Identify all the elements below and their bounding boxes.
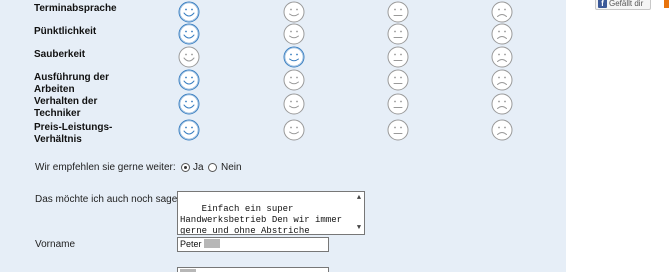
comment-text: Einfach ein super Handwerksbetrieb Den w… (180, 204, 343, 235)
facebook-like-button[interactable]: f Gefällt dir (595, 0, 651, 10)
criterion-label: Terminabsprache (34, 3, 117, 14)
neutral-face-icon[interactable] (387, 93, 409, 115)
next-field-input[interactable] (177, 267, 329, 272)
criterion-label: Ausführung der Arbeiten (34, 72, 109, 95)
comment-textarea[interactable]: Einfach ein super Handwerksbetrieb Den w… (177, 191, 365, 235)
sad-face-icon[interactable] (491, 46, 513, 68)
very-happy-face-icon[interactable] (178, 23, 200, 45)
criterion-label: Sauberkeit (34, 49, 86, 60)
rating-form-panel: Terminabsprache Pünktlichkeit Sauberkeit… (0, 0, 566, 272)
recommend-yes-label[interactable]: Ja (193, 162, 204, 173)
recommend-no-label[interactable]: Nein (221, 162, 242, 173)
very-happy-face-icon[interactable] (178, 1, 200, 23)
criterion-label: Pünktlichkeit (34, 26, 97, 37)
happy-face-icon[interactable] (283, 46, 305, 68)
sad-face-icon[interactable] (491, 119, 513, 141)
happy-face-icon[interactable] (283, 1, 305, 23)
very-happy-face-icon[interactable] (178, 93, 200, 115)
facebook-icon: f (598, 0, 607, 8)
neutral-face-icon[interactable] (387, 119, 409, 141)
neutral-face-icon[interactable] (387, 1, 409, 23)
sad-face-icon[interactable] (491, 1, 513, 23)
happy-face-icon[interactable] (283, 23, 305, 45)
happy-face-icon[interactable] (283, 69, 305, 91)
firstname-value: Peter (180, 239, 202, 249)
neutral-face-icon[interactable] (387, 46, 409, 68)
sad-face-icon[interactable] (491, 23, 513, 45)
recommend-no-radio[interactable] (208, 163, 217, 172)
happy-face-icon[interactable] (283, 93, 305, 115)
next-field-label (35, 266, 75, 272)
facebook-like-label: Gefällt dir (609, 0, 644, 8)
accent-bar (664, 0, 669, 8)
very-happy-face-icon[interactable] (178, 119, 200, 141)
neutral-face-icon[interactable] (387, 23, 409, 45)
criterion-label: Preis-Leistungs-Verhältnis (34, 122, 113, 145)
firstname-label: Vorname (35, 239, 76, 250)
very-happy-face-icon[interactable] (178, 46, 200, 68)
sad-face-icon[interactable] (491, 69, 513, 91)
criterion-label: Verhalten der Techniker (34, 96, 98, 119)
recommend-label: Wir empfehlen sie gerne weiter: (35, 162, 176, 173)
redacted-block (203, 239, 220, 248)
very-happy-face-icon[interactable] (178, 69, 200, 91)
happy-face-icon[interactable] (283, 119, 305, 141)
recommend-yes-radio[interactable] (181, 163, 190, 172)
sad-face-icon[interactable] (491, 93, 513, 115)
scroll-down-arrow-icon[interactable]: ▼ (355, 223, 363, 233)
comment-label: Das möchte ich auch noch sagen : (35, 194, 189, 205)
neutral-face-icon[interactable] (387, 69, 409, 91)
scroll-up-arrow-icon[interactable]: ▲ (355, 193, 363, 203)
firstname-input[interactable]: Peter (177, 237, 329, 252)
